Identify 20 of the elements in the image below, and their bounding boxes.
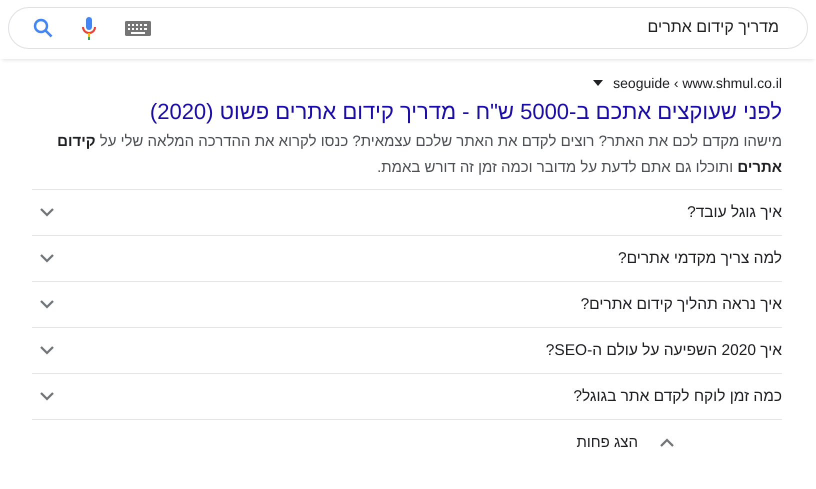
search-icon[interactable] [33,18,53,38]
question-row[interactable]: איך 2020 השפיעה על עולם ה-SEO? [32,328,782,374]
microphone-icon[interactable] [81,16,97,40]
breadcrumb-url: seoguide ‹ www.shmul.co.il [613,75,782,91]
result-title-link[interactable]: לפני שעוקצים אתכם ב-5000 ש"ח - מדריך קידום אתרים פשוט (2020) [150,99,782,125]
question-text: כמה זמן לוקח לקדם אתר בגוגל? [573,388,782,406]
search-input[interactable]: מדריך קידום אתרים [165,18,781,38]
show-less-button[interactable]: הצג פחות [570,420,782,464]
question-text: איך נראה תהליך קידום אתרים? [580,296,782,314]
question-text: איך 2020 השפיעה על עולם ה-SEO? [546,342,782,360]
dropdown-icon[interactable] [593,80,604,86]
question-text: איך גוגל עובד? [687,204,782,222]
keyboard-icon[interactable] [125,20,151,36]
question-text: למה צריך מקדמי אתרים? [618,250,782,268]
question-row[interactable]: איך נראה תהליך קידום אתרים? [32,282,782,328]
question-row[interactable]: למה צריך מקדמי אתרים? [32,236,782,282]
question-row[interactable]: איך גוגל עובד? [32,190,782,236]
result-snippet: מישהו מקדם לכם את האתר? רוצים לקדם את האתר שלכם עצמאית? כנסו לקרוא את ההדרכה המלאה שלי על קידום אתרים ותוכלו גם אתם לדעת על מדובר וכמה זמן זה דורש באמת. [56,132,782,178]
search-field[interactable]: מדריך קידום אתרים [8,7,808,49]
question-row[interactable]: כמה זמן לוקח לקדם אתר בגוגל? [32,374,782,420]
